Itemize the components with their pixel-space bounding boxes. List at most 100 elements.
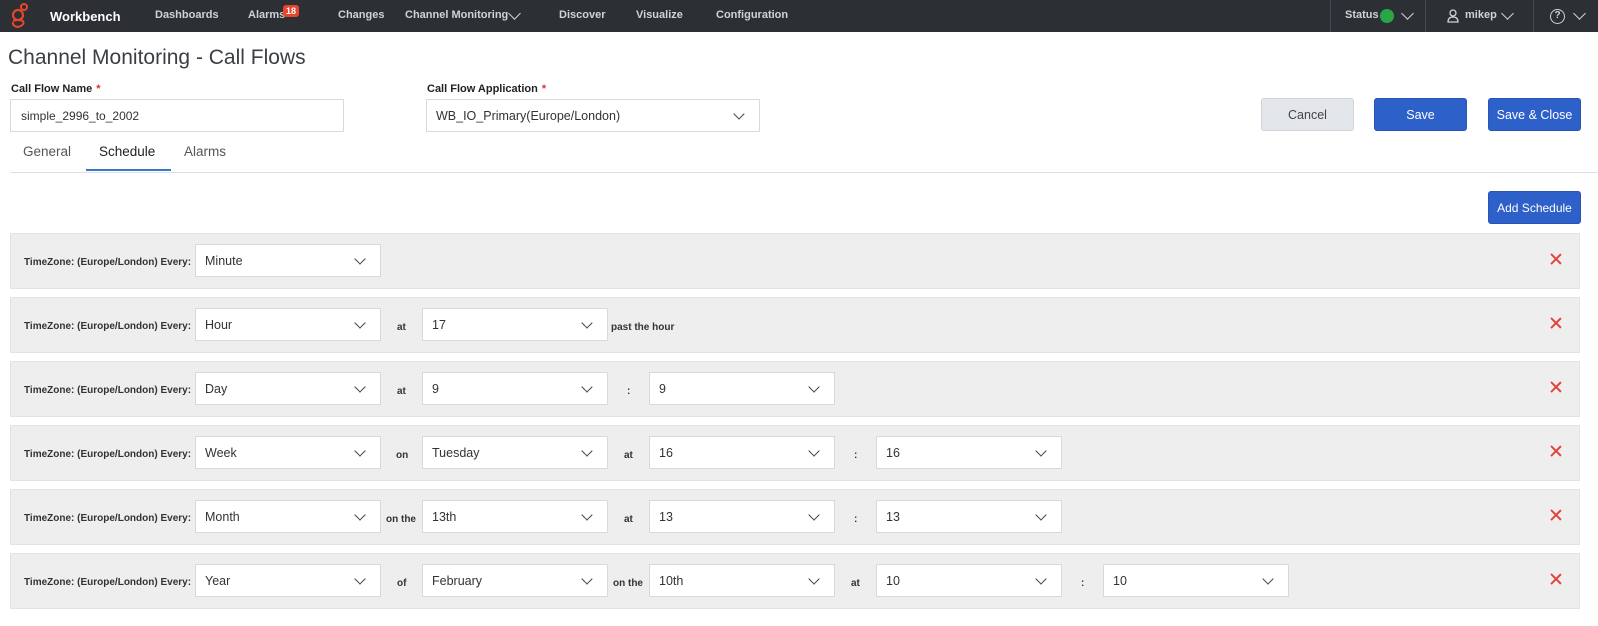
cancel-button[interactable]: Cancel [1261,98,1354,131]
schedule-row-label: TimeZone: (Europe/London) Every: [24,385,192,396]
nav-channel-monitoring[interactable]: Channel Monitoring [405,9,508,21]
hour-select[interactable]: 16 [649,436,835,469]
frequency-value: Year [205,573,231,588]
chevron-down-icon [733,108,745,120]
hour-value: 10 [886,573,900,588]
remove-schedule-icon[interactable] [1549,380,1563,394]
chevron-down-icon [808,509,820,521]
nav-divider [1533,0,1534,32]
chevron-down-icon [581,317,593,329]
hour-value: 9 [432,381,439,396]
call-flow-application-value: WB_IO_Primary(Europe/London) [436,108,621,123]
chevron-down-icon [1035,509,1047,521]
tab-general[interactable]: General [23,144,71,159]
hour-value: 16 [659,445,673,460]
save-button[interactable]: Save [1374,98,1467,131]
nav-divider [1425,0,1426,32]
day-of-month-value: 13th [432,509,457,524]
remove-schedule-icon[interactable] [1549,572,1563,586]
genesys-logo-icon[interactable] [8,3,30,29]
active-tab-indicator [86,169,171,171]
call-flow-application-select[interactable]: WB_IO_Primary(Europe/London) [426,99,760,132]
user-chevron-down-icon[interactable] [1501,7,1514,20]
hour-select[interactable]: 10 [876,564,1062,597]
nav-discover[interactable]: Discover [559,9,605,21]
status-ok-icon [1380,9,1394,23]
chevron-down-icon [1262,573,1274,585]
schedule-row: TimeZone: (Europe/London) Every: Hour at… [10,297,1580,353]
hour-select[interactable]: 13 [649,500,835,533]
chevron-down-icon [354,253,366,265]
user-icon [1447,9,1459,23]
remove-schedule-icon[interactable] [1549,444,1563,458]
tab-schedule[interactable]: Schedule [99,144,155,159]
minute-value: 17 [432,317,446,332]
nav-alarms[interactable]: Alarms [248,9,285,21]
connector-label: at [397,386,406,397]
chevron-down-icon [1035,573,1047,585]
chevron-down-icon [581,573,593,585]
chevron-down-icon [808,573,820,585]
frequency-select[interactable]: Week [195,436,381,469]
minute-value: 9 [659,381,666,396]
call-flow-name-label: Call Flow Name * [11,83,101,95]
connector-label: on the [386,514,416,525]
chevron-down-icon [354,509,366,521]
day-of-month-select[interactable]: 13th [422,500,608,533]
minute-select[interactable]: 9 [649,372,835,405]
chevron-down-icon [581,445,593,457]
hour-value: 13 [659,509,673,524]
frequency-select[interactable]: Year [195,564,381,597]
connector-label: : [627,386,631,397]
frequency-value: Minute [205,253,243,268]
hour-select[interactable]: 9 [422,372,608,405]
nav-visualize[interactable]: Visualize [636,9,683,21]
weekday-value: Tuesday [432,445,480,460]
nav-dashboards[interactable]: Dashboards [155,9,219,21]
status-chevron-down-icon[interactable] [1401,7,1414,20]
month-select[interactable]: February [422,564,608,597]
frequency-select[interactable]: Hour [195,308,381,341]
chevron-down-icon [1035,445,1047,457]
connector-label: on the [613,578,643,589]
weekday-select[interactable]: Tuesday [422,436,608,469]
nav-changes[interactable]: Changes [338,9,384,21]
connector-label: : [1081,578,1085,589]
add-schedule-button[interactable]: Add Schedule [1488,191,1581,224]
minute-select[interactable]: 17 [422,308,608,341]
schedule-row-label: TimeZone: (Europe/London) Every: [24,321,192,332]
minute-value: 16 [886,445,900,460]
minute-value: 13 [886,509,900,524]
minute-value: 10 [1113,573,1127,588]
connector-label: at [851,578,860,589]
connector-label: of [397,578,407,589]
help-chevron-down-icon[interactable] [1573,7,1586,20]
nav-configuration[interactable]: Configuration [716,9,788,21]
tab-alarms[interactable]: Alarms [184,144,226,159]
frequency-select[interactable]: Month [195,500,381,533]
chevron-down-icon [354,381,366,393]
user-menu[interactable]: mikep [1465,9,1497,21]
help-icon[interactable]: ? [1550,9,1565,24]
save-close-button[interactable]: Save & Close [1488,98,1581,131]
month-value: February [432,573,483,588]
remove-schedule-icon[interactable] [1549,316,1563,330]
chevron-down-icon [808,445,820,457]
frequency-select[interactable]: Minute [195,244,381,277]
chevron-down-icon[interactable] [508,7,521,20]
minute-select[interactable]: 16 [876,436,1062,469]
minute-select[interactable]: 10 [1103,564,1289,597]
remove-schedule-icon[interactable] [1549,508,1563,522]
tab-divider [10,172,1598,173]
frequency-select[interactable]: Day [195,372,381,405]
minute-select[interactable]: 13 [876,500,1062,533]
call-flow-name-input[interactable] [10,99,344,132]
status-label[interactable]: Status [1345,9,1379,21]
chevron-down-icon [354,573,366,585]
connector-label: on [396,450,409,461]
top-nav: Workbench Dashboards Alarms 18 Changes C… [0,0,1598,32]
brand-name[interactable]: Workbench [50,9,121,24]
day-of-month-select[interactable]: 10th [649,564,835,597]
remove-schedule-icon[interactable] [1549,252,1563,266]
frequency-value: Week [205,445,237,460]
